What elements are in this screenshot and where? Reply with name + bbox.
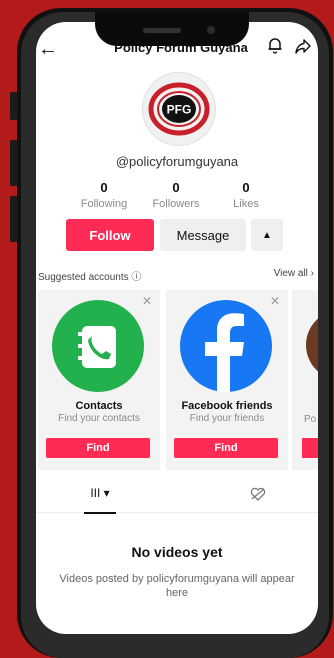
content-tabs: III ▾: [36, 482, 318, 514]
suggested-user-photo: [306, 310, 318, 380]
card-title: Facebook friends: [181, 400, 273, 412]
find-contacts-button[interactable]: Find: [46, 438, 150, 458]
card-subtitle: Find your contacts: [58, 413, 140, 424]
stat-value: 0: [172, 180, 180, 195]
tab-videos[interactable]: III ▾: [84, 486, 116, 514]
card-title: Contacts: [75, 400, 123, 412]
follow-button[interactable]: Follow: [66, 219, 154, 251]
stat-label: Followers: [152, 198, 200, 210]
empty-state-title: No videos yet: [131, 544, 223, 560]
bell-icon[interactable]: [266, 36, 284, 59]
stat-label: Following: [80, 198, 128, 210]
avatar-logo-text: PFG: [167, 103, 192, 117]
stat-value: 0: [100, 180, 108, 195]
facebook-icon: [180, 300, 272, 392]
stat-label: Likes: [233, 198, 259, 210]
avatar: PFG: [142, 72, 216, 146]
stat-likes[interactable]: 0 Likes: [206, 180, 286, 210]
suggested-accounts-label: Suggested accounts ⓘ: [38, 272, 142, 283]
find-button-partial[interactable]: [302, 438, 318, 458]
stat-followers[interactable]: 0 Followers: [136, 180, 216, 210]
stat-value: 0: [242, 180, 250, 195]
view-all-link[interactable]: View all ›: [274, 268, 314, 279]
contacts-icon: [52, 300, 144, 392]
hidden-heart-icon: [250, 487, 266, 501]
card-subtitle: Find your friends: [189, 413, 265, 424]
suggestion-card-facebook: ✕ Facebook friends Find your friends Fin…: [166, 290, 288, 470]
message-button[interactable]: Message: [160, 219, 246, 251]
phone-notch: [95, 12, 249, 46]
back-arrow-icon[interactable]: ←: [38, 38, 58, 61]
tab-liked[interactable]: [242, 486, 274, 512]
speaker-grille: [143, 28, 181, 33]
front-camera: [207, 26, 215, 34]
more-options-button[interactable]: ▲: [251, 219, 283, 251]
phone-screen: ← Policy Forum Guyana PFG @policyforumgu…: [36, 22, 318, 634]
suggestion-card-contacts: ✕ Contacts Find your contacts Find: [38, 290, 160, 470]
card-subtitle: Po: [304, 414, 317, 425]
find-friends-button[interactable]: Find: [174, 438, 278, 458]
username: @policyforumguyana: [115, 154, 239, 169]
stat-following[interactable]: 0 Following: [64, 180, 144, 210]
empty-state-subtitle: Videos posted by policyforumguyana will …: [59, 573, 295, 599]
suggestion-card-partial: Po: [292, 290, 318, 470]
share-icon[interactable]: [294, 37, 312, 60]
